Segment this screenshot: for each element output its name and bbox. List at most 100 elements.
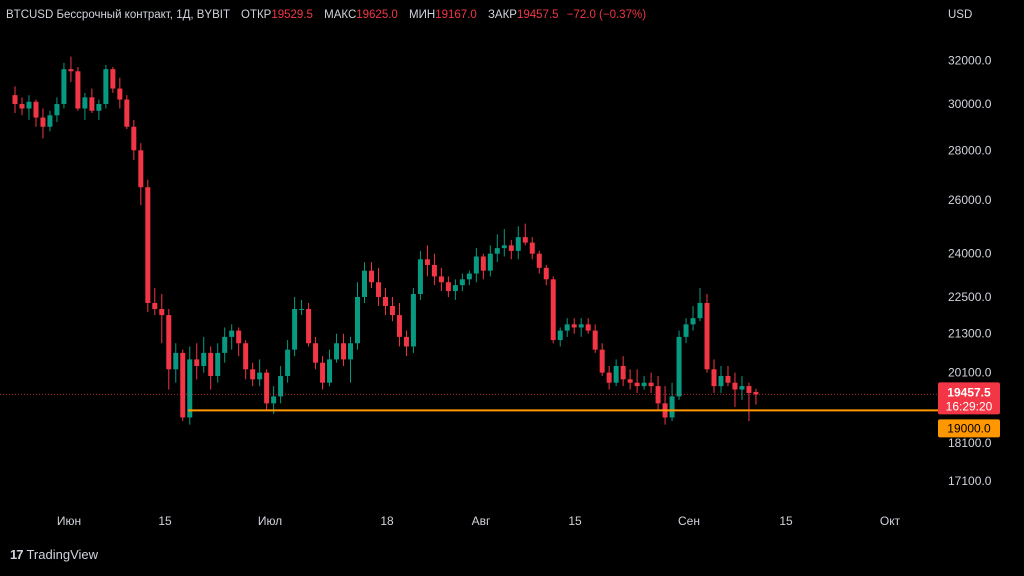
candle-body [75, 71, 81, 109]
price-tick-label: 24000.0 [948, 247, 992, 261]
open-label: ОТКР [241, 9, 272, 21]
candle-body [711, 369, 717, 387]
candle-body [313, 343, 319, 363]
candle-body [96, 104, 102, 111]
candle-body [341, 343, 347, 360]
candle-body [431, 264, 437, 277]
candle-body [739, 386, 745, 390]
time-tick-label: 15 [158, 514, 172, 528]
candle-body [348, 343, 354, 360]
candle-body [417, 259, 423, 294]
candle-body [550, 279, 556, 341]
candle-body [571, 324, 577, 328]
candle-body [229, 330, 235, 337]
support-price-label: 19000.0 [947, 421, 991, 435]
candle-body [173, 352, 179, 370]
low-value: 19167.0 [435, 9, 477, 21]
symbol-title[interactable]: BTCUSD Бессрочный контракт, 1Д, BYBIT [6, 9, 230, 21]
candle-body [746, 386, 752, 393]
candle-body [375, 282, 381, 297]
candle-body [725, 375, 731, 383]
candle-body [515, 237, 521, 251]
candle-body [438, 276, 444, 283]
price-tick-label: 21300.0 [948, 327, 992, 341]
candle-body [543, 267, 549, 280]
low-label: МИН [409, 9, 436, 21]
candle-body [445, 282, 451, 292]
tradingview-brand[interactable]: 17 TradingView [10, 547, 98, 562]
candle-body [396, 315, 402, 337]
candle-body [592, 330, 598, 350]
candle-body [690, 318, 696, 325]
candle-body [480, 256, 486, 271]
price-lines [0, 393, 938, 412]
candle-body [194, 359, 200, 366]
candle-body [33, 101, 39, 118]
candle-body [557, 330, 563, 341]
candle-body [494, 248, 500, 254]
candle-body [564, 324, 570, 331]
candle-body [145, 187, 151, 303]
price-tick-label: 30000.0 [948, 97, 992, 111]
candle-body [54, 104, 60, 116]
time-tick-label: Июл [258, 514, 282, 528]
candle-body [124, 99, 130, 127]
candle-body [473, 256, 479, 274]
candle-body [697, 302, 703, 319]
candle-body [606, 372, 612, 383]
candle-body [257, 372, 263, 380]
candle-body [459, 279, 465, 286]
candle-body [215, 352, 221, 376]
candle-body [68, 69, 74, 72]
currency-label[interactable]: USD [948, 9, 972, 21]
change-value: −72.0 (−0.37%) [566, 9, 647, 21]
candle-body [82, 97, 88, 109]
price-tick-label: 17100.0 [948, 474, 992, 488]
candle-body [26, 101, 32, 109]
candle-body [585, 324, 591, 331]
candle-body [334, 343, 340, 360]
candle-body [292, 309, 298, 350]
candle-body [578, 324, 584, 328]
candle-body [452, 285, 458, 292]
candle-body [187, 359, 193, 418]
candle-body [620, 365, 626, 380]
candle-body [131, 126, 137, 151]
candle-body [501, 245, 507, 249]
candle-body [634, 382, 640, 387]
candle-body [466, 273, 472, 280]
candle-body [117, 88, 123, 100]
price-tick-label: 32000.0 [948, 54, 992, 68]
candle-body [166, 315, 172, 370]
candle-body [753, 391, 759, 395]
candle-body [382, 296, 388, 306]
bar-countdown: 16:29:20 [946, 399, 993, 413]
candle-body [152, 302, 158, 310]
candle-body [613, 365, 619, 383]
candle-body [236, 330, 242, 344]
time-tick-label: Авг [472, 514, 491, 528]
candle-body [47, 115, 53, 127]
candle-body [222, 336, 228, 353]
time-tick-label: Июн [57, 514, 81, 528]
candle-body [732, 382, 738, 390]
time-tick-label: 15 [568, 514, 582, 528]
candle-body [285, 349, 291, 376]
price-labels: 19457.516:29:20 19000.0 [938, 382, 1000, 438]
candle-body [718, 375, 724, 387]
candle-body [536, 253, 542, 268]
price-tick-label: 18100.0 [948, 436, 992, 450]
chart-canvas[interactable]: 32000.0 30000.0 28000.0 26000.0 24000.0 22500… [0, 0, 1024, 576]
candle-body [389, 305, 395, 316]
candle-body [180, 352, 186, 418]
candle-body [641, 382, 647, 387]
time-axis[interactable]: Июн 15 Июл 18 Авг 15 Сен 15 Окт [57, 514, 901, 528]
time-tick-label: 15 [779, 514, 793, 528]
candle-body [89, 97, 95, 111]
candle-body [320, 362, 326, 383]
candle-body [61, 69, 67, 105]
candle-body [208, 352, 214, 376]
tradingview-logo-icon: 17 [10, 547, 24, 562]
candle-body [306, 309, 312, 344]
close-value: 19457.5 [516, 9, 559, 21]
